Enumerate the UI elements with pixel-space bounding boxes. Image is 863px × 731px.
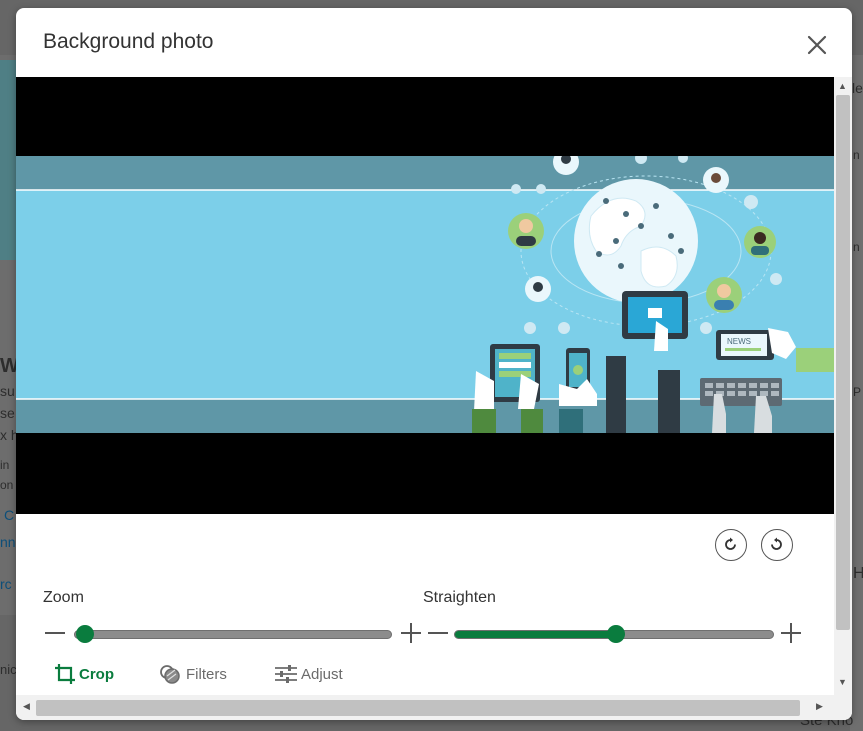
- modal-header: Background photo: [16, 8, 852, 78]
- rotate-counterclockwise-button[interactable]: [761, 529, 793, 561]
- backdrop-text: P: [853, 385, 862, 399]
- scroll-down-arrow-icon[interactable]: ▼: [838, 677, 847, 687]
- filters-icon: [160, 665, 180, 684]
- backdrop-text: le: [852, 80, 863, 96]
- tab-crop-label: Crop: [79, 665, 114, 683]
- backdrop-text: on: [0, 478, 14, 492]
- modal-content: NEWS Zoom Straighten Crop Filters Adjust: [16, 77, 834, 695]
- backdrop-text: n: [853, 240, 860, 254]
- tab-filters-label: Filters: [186, 665, 227, 683]
- editor-tabs: Crop Filters Adjust: [16, 652, 834, 695]
- tab-crop[interactable]: Crop: [54, 662, 114, 686]
- rotate-right-icon: [725, 537, 736, 550]
- backdrop-text: rc: [0, 576, 12, 592]
- backdrop-text: in: [0, 458, 10, 472]
- zoom-in-button[interactable]: [400, 623, 422, 644]
- scroll-right-arrow-icon[interactable]: ▶: [816, 701, 823, 712]
- straighten-slider-fill: [455, 631, 624, 638]
- straighten-decrease-button[interactable]: [427, 623, 449, 644]
- adjust-sliders-icon: [275, 665, 297, 683]
- backdrop-text: su: [0, 383, 15, 399]
- backdrop-text: H: [853, 565, 863, 582]
- scroll-left-arrow-icon[interactable]: ◀: [23, 701, 30, 712]
- scroll-up-arrow-icon[interactable]: ▲: [838, 81, 847, 91]
- zoom-slider-handle[interactable]: [76, 625, 94, 643]
- tab-filters[interactable]: Filters: [159, 662, 227, 686]
- vertical-scrollbar[interactable]: ▲ ▼: [834, 77, 852, 695]
- tab-adjust[interactable]: Adjust: [274, 662, 343, 686]
- straighten-slider-handle[interactable]: [607, 625, 625, 643]
- photo-canvas[interactable]: NEWS: [16, 77, 834, 514]
- news-device-label: NEWS: [727, 337, 751, 346]
- zoom-out-button[interactable]: [44, 623, 66, 644]
- vertical-scroll-thumb[interactable]: [836, 95, 850, 630]
- close-icon: [807, 35, 827, 55]
- minus-icon: [45, 632, 65, 634]
- backdrop-text: se: [0, 405, 15, 421]
- modal-title: Background photo: [43, 30, 214, 53]
- backdrop-text: nic: [0, 662, 17, 677]
- plus-icon: [781, 623, 801, 643]
- close-button[interactable]: [804, 32, 830, 58]
- horizontal-scroll-thumb[interactable]: [36, 700, 800, 716]
- background-photo-image: NEWS: [16, 156, 834, 433]
- straighten-label: Straighten: [423, 589, 496, 606]
- horizontal-scrollbar[interactable]: ◀ ▶: [16, 695, 852, 720]
- rotate-left-icon: [771, 537, 782, 550]
- backdrop-text: nn: [0, 534, 16, 550]
- backdrop-left-panel: [0, 55, 16, 615]
- rotate-clockwise-button[interactable]: [715, 529, 747, 561]
- zoom-slider-track[interactable]: [74, 630, 392, 639]
- tab-adjust-label: Adjust: [301, 665, 343, 683]
- backdrop-text: n: [853, 148, 860, 162]
- backdrop-profile-banner: [0, 60, 16, 260]
- crop-icon: [55, 664, 75, 684]
- plus-icon: [401, 623, 421, 643]
- background-photo-modal: Background photo NEWS Zoom Straighten Cr…: [16, 8, 852, 720]
- straighten-increase-button[interactable]: [780, 623, 802, 644]
- backdrop-text: C: [4, 507, 15, 523]
- zoom-label: Zoom: [43, 589, 84, 606]
- minus-icon: [428, 632, 448, 634]
